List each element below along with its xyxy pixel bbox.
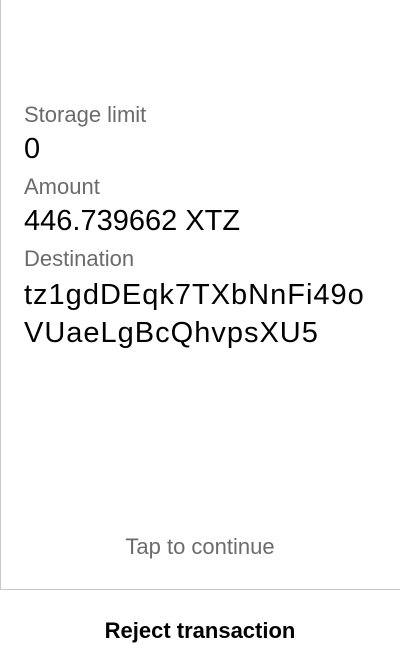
amount-value: 446.739662 XTZ (24, 205, 241, 237)
storage-limit-label: Storage limit (24, 102, 147, 127)
amount-label: Amount (24, 174, 100, 199)
amount-field: Amount 446.739662 XTZ (24, 172, 376, 240)
tap-to-continue-hint[interactable]: Tap to continue (0, 532, 400, 562)
storage-limit-value: 0 (24, 133, 41, 165)
destination-field: Destination tz1gdDEqk7TXbNnFi49oVUaeLgBc… (24, 244, 376, 352)
left-edge-divider (0, 0, 1, 672)
reject-transaction-button[interactable]: Reject transaction (0, 590, 400, 672)
storage-limit-field: Storage limit 0 (24, 100, 376, 168)
destination-address: tz1gdDEqk7TXbNnFi49oVUaeLgBcQhvpsXU5 (24, 279, 365, 349)
transaction-details[interactable]: Storage limit 0 Amount 446.739662 XTZ De… (24, 100, 376, 352)
destination-label: Destination (24, 246, 135, 271)
